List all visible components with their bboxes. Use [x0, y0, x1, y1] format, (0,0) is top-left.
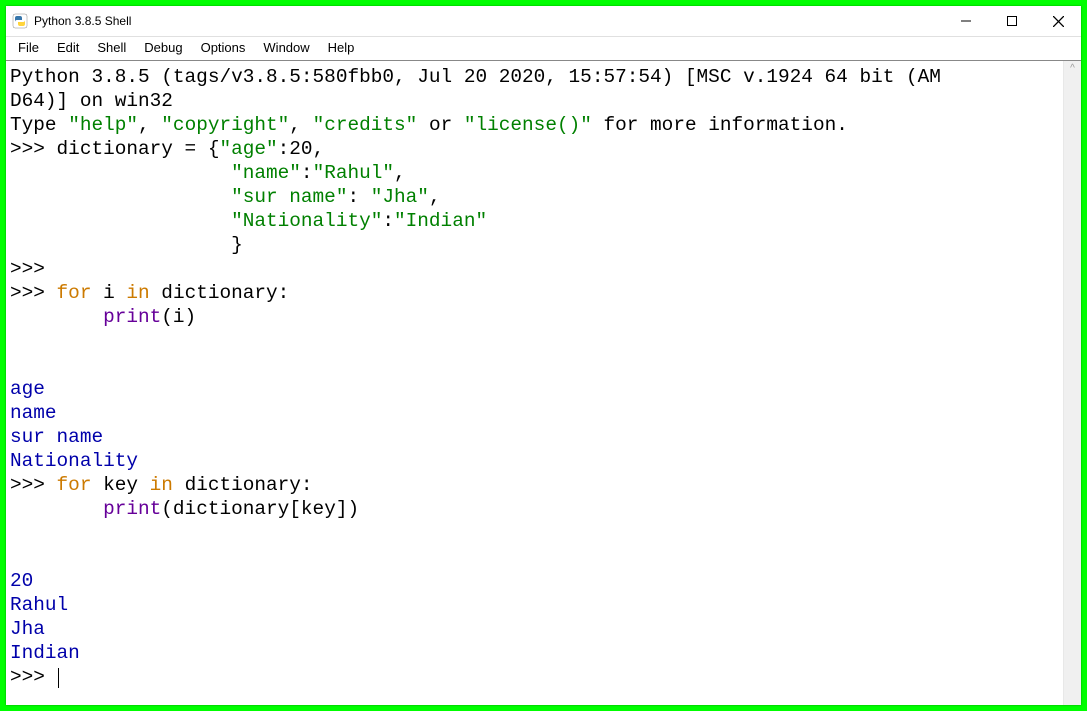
prompt: >>> [10, 666, 57, 688]
loop1-arg: (i) [161, 306, 196, 328]
colon: : [382, 210, 394, 232]
val-surname: "Jha" [371, 186, 429, 208]
menu-debug[interactable]: Debug [136, 39, 190, 56]
key-nationality: "Nationality" [231, 210, 382, 232]
indent [10, 162, 231, 184]
fn-print: print [103, 498, 161, 520]
loop2-var: key [91, 474, 149, 496]
output-name: name [10, 402, 57, 424]
indent-body [10, 498, 103, 520]
comma: , [429, 186, 441, 208]
banner-help: "help" [68, 114, 138, 136]
menu-edit[interactable]: Edit [49, 39, 87, 56]
titlebar[interactable]: Python 3.8.5 Shell [6, 6, 1081, 37]
val-nationality: "Indian" [394, 210, 487, 232]
kw-for: for [57, 282, 92, 304]
banner-sep3: or [417, 114, 464, 136]
output-20: 20 [10, 570, 33, 592]
banner-license: "license()" [464, 114, 592, 136]
output-nationality: Nationality [10, 450, 138, 472]
banner-sep2: , [289, 114, 312, 136]
fn-print: print [103, 306, 161, 328]
window-title: Python 3.8.5 Shell [34, 14, 131, 28]
loop2-tail: dictionary: [173, 474, 313, 496]
prompt: >>> [10, 138, 57, 160]
kw-in: in [126, 282, 149, 304]
menu-window[interactable]: Window [255, 39, 317, 56]
output-age: age [10, 378, 45, 400]
text-cursor [58, 668, 59, 688]
menubar: File Edit Shell Debug Options Window Hel… [6, 37, 1081, 61]
banner-line2: D64)] on win32 [10, 90, 173, 112]
menu-file[interactable]: File [10, 39, 47, 56]
window-controls [943, 6, 1081, 36]
menu-help[interactable]: Help [320, 39, 363, 56]
banner-post: for more information. [592, 114, 848, 136]
scrollbar-vertical[interactable]: ^ [1063, 61, 1081, 705]
minimize-button[interactable] [943, 6, 989, 36]
banner-sep1: , [138, 114, 161, 136]
close-brace: } [10, 234, 243, 256]
prompt: >>> [10, 282, 57, 304]
val-age: :20, [278, 138, 325, 160]
loop1-tail: dictionary: [150, 282, 290, 304]
output-jha: Jha [10, 618, 45, 640]
val-name: "Rahul" [313, 162, 394, 184]
output-indian: Indian [10, 642, 80, 664]
comma: , [394, 162, 406, 184]
loop1-var: i [91, 282, 126, 304]
menu-shell[interactable]: Shell [89, 39, 134, 56]
close-button[interactable] [1035, 6, 1081, 36]
code-dict-assign: dictionary = { [57, 138, 220, 160]
output-rahul: Rahul [10, 594, 68, 616]
banner-line3-pre: Type [10, 114, 68, 136]
scroll-up-icon: ^ [1064, 63, 1081, 74]
banner-line1: Python 3.8.5 (tags/v3.8.5:580fbb0, Jul 2… [10, 66, 941, 88]
key-name: "name" [231, 162, 301, 184]
kw-in: in [150, 474, 173, 496]
loop2-arg: (dictionary[key]) [161, 498, 359, 520]
banner-credits: "credits" [313, 114, 418, 136]
indent [10, 210, 231, 232]
indent-body [10, 306, 103, 328]
shell-text-area[interactable]: Python 3.8.5 (tags/v3.8.5:580fbb0, Jul 2… [6, 61, 1063, 705]
key-age: "age" [219, 138, 277, 160]
banner-copyright: "copyright" [161, 114, 289, 136]
window-frame: Python 3.8.5 Shell File Edit Shell Debug… [6, 6, 1081, 705]
prompt: >>> [10, 258, 57, 280]
key-surname: "sur name" [231, 186, 347, 208]
colon-sp: : [347, 186, 370, 208]
menu-options[interactable]: Options [193, 39, 254, 56]
maximize-button[interactable] [989, 6, 1035, 36]
colon: : [301, 162, 313, 184]
shell-body: Python 3.8.5 (tags/v3.8.5:580fbb0, Jul 2… [6, 61, 1081, 705]
title-left: Python 3.8.5 Shell [6, 13, 131, 29]
indent [10, 186, 231, 208]
kw-for: for [57, 474, 92, 496]
prompt: >>> [10, 474, 57, 496]
output-surname: sur name [10, 426, 103, 448]
python-idle-icon [12, 13, 28, 29]
